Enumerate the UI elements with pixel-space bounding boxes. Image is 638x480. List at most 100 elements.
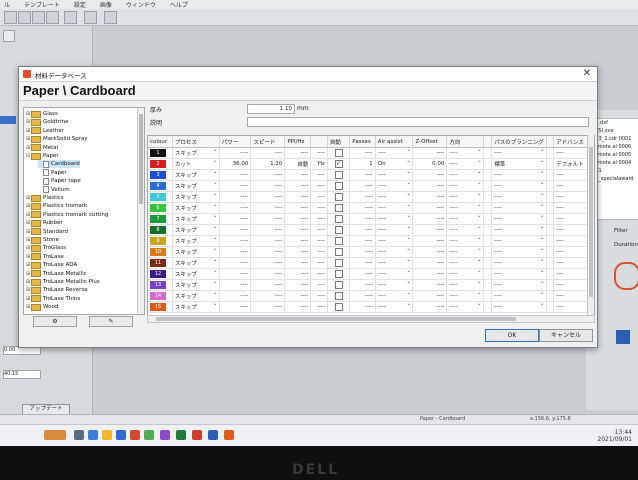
tree-scrollbar[interactable]: [137, 108, 144, 314]
hz-unit[interactable]: ----: [310, 246, 328, 258]
taskbar-app2-icon[interactable]: [160, 430, 170, 440]
speed-input[interactable]: ----: [250, 301, 286, 313]
tree-item[interactable]: ⊞ Rubber: [26, 219, 63, 227]
z-offset-input[interactable]: ----: [412, 257, 448, 269]
ppi-input[interactable]: 自動: [284, 158, 312, 170]
ppi-input[interactable]: ----: [284, 213, 312, 225]
tree-item[interactable]: ⊞ Wood: [26, 303, 58, 311]
z-offset-input[interactable]: ----: [412, 279, 448, 291]
zoom-icon[interactable]: [3, 30, 15, 42]
tree-item[interactable]: ⊞ Plastics tromark: [26, 202, 87, 210]
cancel-button[interactable]: キャンセル: [539, 329, 593, 342]
grid-horizontal-scrollbar[interactable]: [147, 315, 595, 323]
ppi-input[interactable]: ----: [284, 202, 312, 214]
scroll-thumb[interactable]: [156, 317, 516, 321]
ppi-input[interactable]: ----: [284, 290, 312, 302]
tree-item[interactable]: ⊞ Plastics tromark cutting: [26, 211, 108, 219]
auto-checkbox[interactable]: [334, 182, 343, 190]
taskbar-chrome-icon[interactable]: [144, 430, 154, 440]
tree-item[interactable]: Cardboard: [38, 160, 80, 169]
air-assist-select[interactable]: ----: [375, 300, 414, 313]
power-input[interactable]: ----: [219, 279, 252, 291]
system-clock[interactable]: 13:44 2021/09/01: [597, 429, 632, 443]
tree-edit-button[interactable]: ✎: [89, 316, 133, 327]
toolbar-tool-icon[interactable]: [64, 11, 77, 24]
scroll-thumb[interactable]: [139, 114, 143, 204]
path-planning-select[interactable]: 標準: [491, 157, 547, 170]
z-offset-input[interactable]: ----: [412, 202, 448, 214]
tree-item[interactable]: ⊞ Glass: [26, 110, 58, 118]
hz-unit[interactable]: Hz: [310, 158, 328, 170]
column-header[interactable]: [483, 136, 493, 148]
passes-input[interactable]: ----: [349, 213, 376, 225]
speed-input[interactable]: ----: [250, 268, 286, 280]
speed-input[interactable]: ----: [250, 246, 286, 258]
z-offset-input[interactable]: ----: [412, 147, 448, 159]
taskbar-word-icon[interactable]: [208, 430, 218, 440]
path-planning-select[interactable]: ----: [491, 256, 547, 269]
taskbar-app-icon[interactable]: [44, 430, 66, 440]
path-planning-select[interactable]: ----: [491, 201, 547, 214]
play-icon[interactable]: [616, 330, 630, 344]
passes-input[interactable]: 1: [349, 158, 376, 170]
passes-input[interactable]: ----: [349, 246, 376, 258]
hz-unit[interactable]: ----: [310, 213, 328, 225]
ppi-input[interactable]: ----: [284, 224, 312, 236]
passes-input[interactable]: ----: [349, 147, 376, 159]
toolbar-new-icon[interactable]: [4, 11, 17, 24]
z-offset-input[interactable]: ----: [412, 235, 448, 247]
z-offset-input[interactable]: ----: [412, 246, 448, 258]
column-header[interactable]: パワー: [219, 136, 252, 148]
description-input[interactable]: [247, 117, 589, 127]
bg-menu-help[interactable]: ヘルプ: [166, 0, 188, 9]
power-input[interactable]: ----: [219, 147, 252, 159]
z-offset-input[interactable]: ----: [412, 301, 448, 313]
column-header[interactable]: スピード: [250, 136, 286, 148]
column-header[interactable]: PPI/Hz: [284, 136, 312, 148]
hz-unit[interactable]: ----: [310, 279, 328, 291]
speed-input[interactable]: ----: [250, 213, 286, 225]
power-input[interactable]: ----: [219, 290, 252, 302]
tree-item[interactable]: ⊞ TroLase ADA: [26, 261, 77, 269]
power-input[interactable]: ----: [219, 224, 252, 236]
passes-input[interactable]: ----: [349, 202, 376, 214]
z-offset-input[interactable]: ----: [412, 268, 448, 280]
taskbar-excel-icon[interactable]: [176, 430, 186, 440]
column-header[interactable]: [310, 136, 328, 148]
hz-unit[interactable]: ----: [310, 191, 328, 203]
tree-item[interactable]: ⊞ Plastics: [26, 194, 64, 202]
close-icon[interactable]: ✕: [583, 68, 591, 79]
auto-checkbox[interactable]: [334, 237, 343, 245]
tree-item[interactable]: Paper tape: [38, 177, 81, 185]
passes-input[interactable]: ----: [349, 257, 376, 269]
power-input[interactable]: ----: [219, 257, 252, 269]
z-offset-input[interactable]: ----: [412, 180, 448, 192]
auto-checkbox[interactable]: [334, 259, 343, 267]
ppi-input[interactable]: ----: [284, 301, 312, 313]
column-header[interactable]: 自動: [327, 136, 351, 148]
taskbar-mail-icon[interactable]: [130, 430, 140, 440]
path-planning-select[interactable]: ----: [491, 234, 547, 247]
z-offset-input[interactable]: ----: [412, 213, 448, 225]
speed-input[interactable]: ----: [250, 257, 286, 269]
passes-input[interactable]: ----: [349, 169, 376, 181]
auto-checkbox[interactable]: [334, 248, 343, 256]
passes-input[interactable]: ----: [349, 290, 376, 302]
process-select[interactable]: スキップ: [172, 300, 220, 313]
tree-item[interactable]: ⊞ Metal: [26, 144, 58, 152]
passes-input[interactable]: ----: [349, 235, 376, 247]
power-input[interactable]: 36.00: [219, 158, 252, 170]
hz-unit[interactable]: ----: [310, 224, 328, 236]
z-offset-input[interactable]: ----: [412, 191, 448, 203]
taskbar-edge-icon[interactable]: [88, 430, 98, 440]
tree-item[interactable]: ⊞ Goldtrine: [26, 118, 68, 126]
auto-checkbox[interactable]: [334, 215, 343, 223]
direction-select[interactable]: ----: [446, 300, 484, 313]
power-input[interactable]: ----: [219, 180, 252, 192]
power-input[interactable]: ----: [219, 235, 252, 247]
path-planning-select[interactable]: ----: [491, 146, 547, 159]
grid-vertical-scrollbar[interactable]: [587, 135, 594, 315]
path-planning-select[interactable]: ----: [491, 289, 547, 302]
speed-input[interactable]: ----: [250, 191, 286, 203]
taskbar-laser-app-icon[interactable]: [224, 430, 234, 440]
